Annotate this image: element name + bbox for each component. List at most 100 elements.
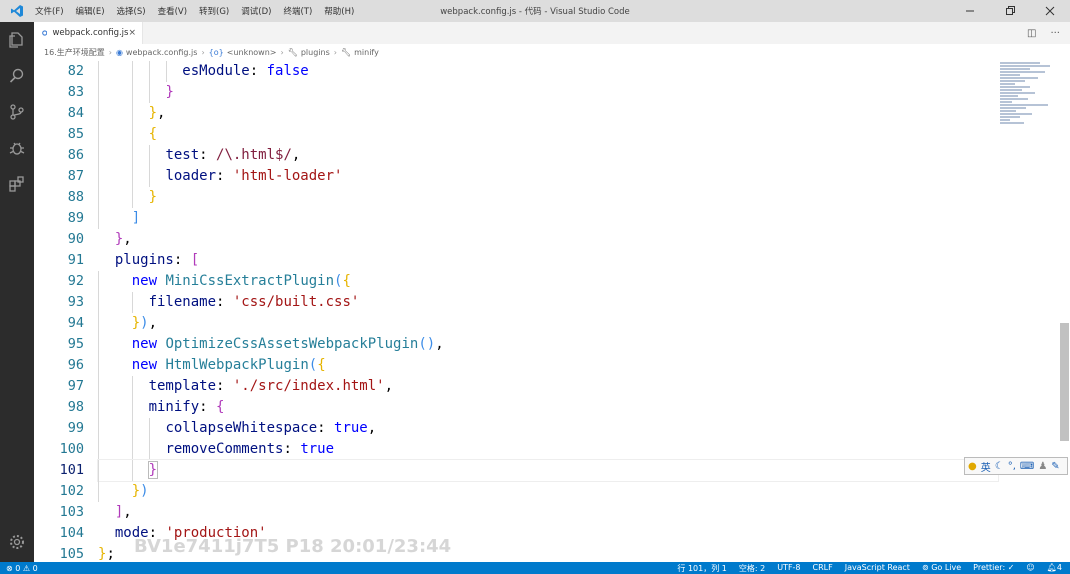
menu-selection[interactable]: 选择(S) [116, 5, 147, 17]
end-of-line[interactable]: CRLF [813, 563, 833, 574]
line-number: 93 [67, 294, 84, 310]
line-number: 82 [67, 63, 84, 79]
line-number-gutter: 82 83 84 85 86 87 88 89 90 91 92 93 94 9… [34, 61, 84, 562]
code-line: removeComments: true [98, 439, 998, 460]
vertical-scrollbar[interactable] [1060, 323, 1069, 441]
ime-keyboard-icon[interactable]: ⌨ [1020, 461, 1034, 472]
close-window-button[interactable] [1030, 0, 1070, 22]
code-line: }) [98, 481, 998, 502]
search-icon[interactable] [0, 58, 34, 94]
code-line: new HtmlWebpackPlugin({ [98, 355, 998, 376]
tab-bar: webpack.config.js × ◫ ··· [34, 22, 1070, 44]
code-line: minify: { [98, 397, 998, 418]
code-editor[interactable]: 82 83 84 85 86 87 88 89 90 91 92 93 94 9… [34, 61, 1070, 562]
vscode-logo-icon [0, 0, 34, 22]
line-number: 92 [67, 273, 84, 289]
minimize-button[interactable] [950, 0, 990, 22]
line-number: 87 [67, 168, 84, 184]
wrench-icon: 🔧︎ [340, 48, 352, 57]
breadcrumb-folder[interactable]: 16.生产环境配置 [44, 47, 105, 58]
close-tab-icon[interactable]: × [128, 28, 136, 38]
menu-go[interactable]: 转到(G) [198, 5, 230, 17]
debug-icon[interactable] [0, 130, 34, 166]
activity-bar [0, 22, 34, 562]
code-line: } [98, 187, 998, 208]
cursor-position[interactable]: 行 101，列 1 [677, 563, 726, 574]
tab-label: webpack.config.js [52, 28, 129, 38]
line-number: 98 [67, 399, 84, 415]
breadcrumb-minify[interactable]: minify [354, 48, 379, 57]
minimap[interactable] [1000, 61, 1060, 151]
ime-settings-icon[interactable]: ✎ [1051, 461, 1059, 472]
menu-terminal[interactable]: 终端(T) [282, 5, 313, 17]
problems-indicator[interactable]: ⊗ 0 ⚠ 0 [6, 564, 38, 573]
settings-gear-icon[interactable] [0, 524, 34, 560]
menu-help[interactable]: 帮助(H) [323, 5, 355, 17]
ime-moon-icon[interactable]: ☾ [995, 461, 1004, 472]
breadcrumb-file[interactable]: webpack.config.js [126, 48, 198, 57]
line-number: 105 [59, 546, 84, 562]
encoding[interactable]: UTF-8 [777, 563, 800, 574]
split-editor-icon[interactable]: ◫ [1027, 28, 1036, 39]
line-number: 88 [67, 189, 84, 205]
code-line: loader: 'html-loader' [98, 166, 998, 187]
code-line: }, [114, 231, 132, 247]
indentation[interactable]: 空格: 2 [739, 563, 765, 574]
explorer-icon[interactable] [0, 22, 34, 58]
status-bar: ⊗ 0 ⚠ 0 行 101，列 1 空格: 2 UTF-8 CRLF JavaS… [0, 562, 1070, 574]
line-number: 90 [67, 231, 84, 247]
warning-count: 0 [32, 563, 38, 573]
line-number: 94 [67, 315, 84, 331]
ime-language-label[interactable]: 英 [981, 459, 991, 474]
code-line: test: /\.html$/, [98, 145, 998, 166]
line-number: 96 [67, 357, 84, 373]
menu-edit[interactable]: 编辑(E) [75, 5, 106, 17]
more-actions-icon[interactable]: ··· [1050, 28, 1060, 39]
window-controls [950, 0, 1070, 22]
javascript-file-icon: ◉ [115, 48, 123, 57]
ime-user-icon[interactable]: ♟ [1038, 461, 1047, 472]
chevron-right-icon: › [201, 48, 205, 57]
code-line: filename: 'css/built.css' [98, 292, 998, 313]
line-number: 84 [67, 105, 84, 121]
extensions-icon[interactable] [0, 166, 34, 202]
menu-debug[interactable]: 调试(D) [240, 5, 272, 17]
notification-count: 4 [1056, 562, 1062, 572]
video-watermark: BV1e7411j7T5 P18 20:01/23:44 [134, 536, 452, 557]
prettier-status[interactable]: Prettier: ✓ [973, 563, 1014, 574]
code-line: esModule: false [98, 61, 998, 82]
breadcrumb-plugins[interactable]: plugins [301, 48, 330, 57]
source-control-icon[interactable] [0, 94, 34, 130]
javascript-file-icon [42, 30, 48, 36]
code-line-current: } [97, 459, 999, 482]
code-line: { [98, 124, 998, 145]
code-line: } [98, 82, 998, 103]
line-number: 83 [67, 84, 84, 100]
error-count: 0 [15, 563, 21, 573]
code-line: new OptimizeCssAssetsWebpackPlugin(), [98, 334, 998, 355]
ime-punctuation-icon[interactable]: °, [1008, 461, 1016, 472]
code-line: }), [98, 313, 998, 334]
line-number: 99 [67, 420, 84, 436]
ime-toolbar[interactable]: ● 英 ☾ °, ⌨ ♟ ✎ [964, 457, 1068, 475]
line-number: 85 [67, 126, 84, 142]
language-mode[interactable]: JavaScript React [845, 563, 910, 574]
code-line: ] [98, 208, 998, 229]
code-line: }, [98, 103, 998, 124]
tab-webpack-config[interactable]: webpack.config.js × [34, 22, 143, 44]
menu-view[interactable]: 查看(V) [157, 5, 188, 17]
notifications-button[interactable]: 🔔︎4 [1047, 563, 1062, 574]
code-line: ], [114, 504, 132, 520]
line-number: 104 [59, 525, 84, 541]
go-live-label: Go Live [931, 562, 962, 572]
go-live-button[interactable]: ⊚ Go Live [922, 563, 961, 574]
menu-file[interactable]: 文件(F) [34, 5, 65, 17]
object-symbol-icon: {o} [208, 48, 224, 57]
line-number: 102 [59, 483, 84, 499]
chevron-right-icon: › [108, 48, 112, 57]
line-number: 91 [67, 252, 84, 268]
feedback-icon[interactable]: ☺ [1026, 563, 1034, 574]
breadcrumb-unknown[interactable]: <unknown> [227, 48, 277, 57]
restore-button[interactable] [990, 0, 1030, 22]
line-number: 86 [67, 147, 84, 163]
